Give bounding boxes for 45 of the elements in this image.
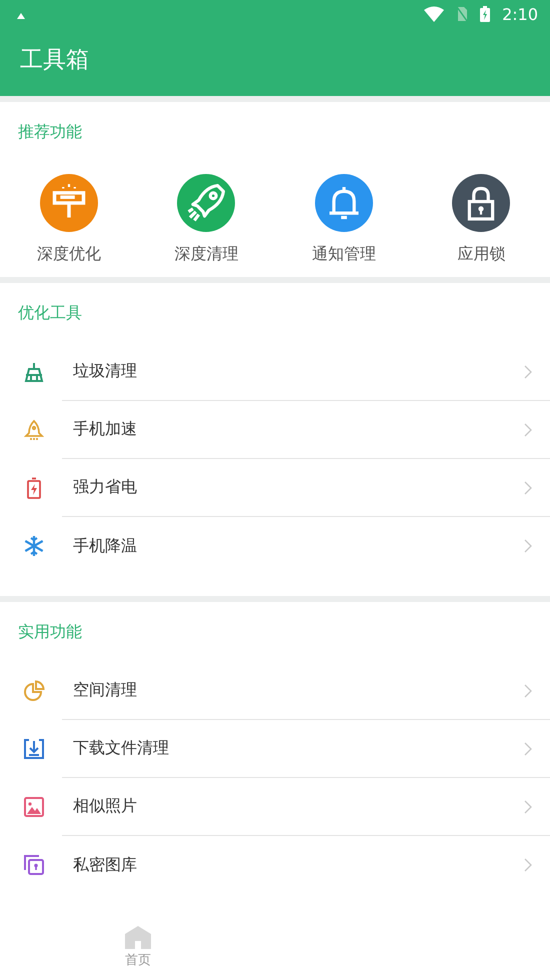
feature-item[interactable]: 深度优化: [36, 174, 101, 265]
notification-icon: [16, 12, 26, 20]
section-title: 优化工具: [17, 302, 83, 324]
chevron-icon: [524, 539, 532, 553]
chevron-icon: [524, 422, 532, 436]
lock-icon: [452, 174, 510, 232]
feature-label: 深度优化: [36, 244, 101, 265]
list-item[interactable]: 强力省电: [0, 459, 550, 517]
chevron-icon: [524, 800, 532, 814]
list-item[interactable]: 手机加速: [0, 401, 550, 459]
app-title: 工具箱: [20, 46, 89, 74]
feature-item[interactable]: 应用锁: [452, 174, 510, 265]
feature-label: 深度清理: [174, 244, 238, 265]
signpost-icon: [40, 174, 98, 232]
feature-label: 通知管理: [312, 244, 376, 265]
list-item[interactable]: 私密图库: [0, 836, 550, 894]
pie-chart-icon: [23, 680, 45, 702]
wifi-icon: [424, 6, 444, 22]
battery-charging-icon: [480, 6, 490, 22]
feature-label: 应用锁: [457, 244, 506, 265]
feature-item[interactable]: 深度清理: [174, 174, 238, 265]
image-icon: [23, 796, 45, 818]
no-sim-icon: [456, 6, 468, 22]
status-time: 2:10: [502, 4, 538, 24]
chevron-icon: [524, 684, 532, 698]
section-title: 实用功能: [17, 621, 83, 643]
bell-icon: [314, 174, 373, 232]
locked-gallery-icon: [23, 854, 45, 876]
list-item[interactable]: 下载文件清理: [0, 720, 550, 778]
home-icon: [124, 925, 152, 949]
rocket-icon: [177, 174, 236, 232]
chevron-icon: [524, 364, 532, 378]
list-item[interactable]: 空间清理: [0, 662, 550, 720]
download-icon: [23, 738, 45, 760]
chevron-icon: [524, 480, 532, 494]
chevron-icon: [524, 858, 532, 872]
list-item[interactable]: 垃圾清理: [0, 343, 550, 401]
feature-item[interactable]: 通知管理: [312, 174, 376, 265]
section-title: 推荐功能: [17, 121, 83, 143]
chevron-icon: [524, 742, 532, 756]
rocket-icon: [23, 419, 45, 441]
list-item[interactable]: 手机降温: [0, 517, 550, 575]
broom-icon: [23, 361, 45, 383]
snowflake-icon: [23, 535, 45, 557]
list-item[interactable]: 相似照片: [0, 778, 550, 836]
